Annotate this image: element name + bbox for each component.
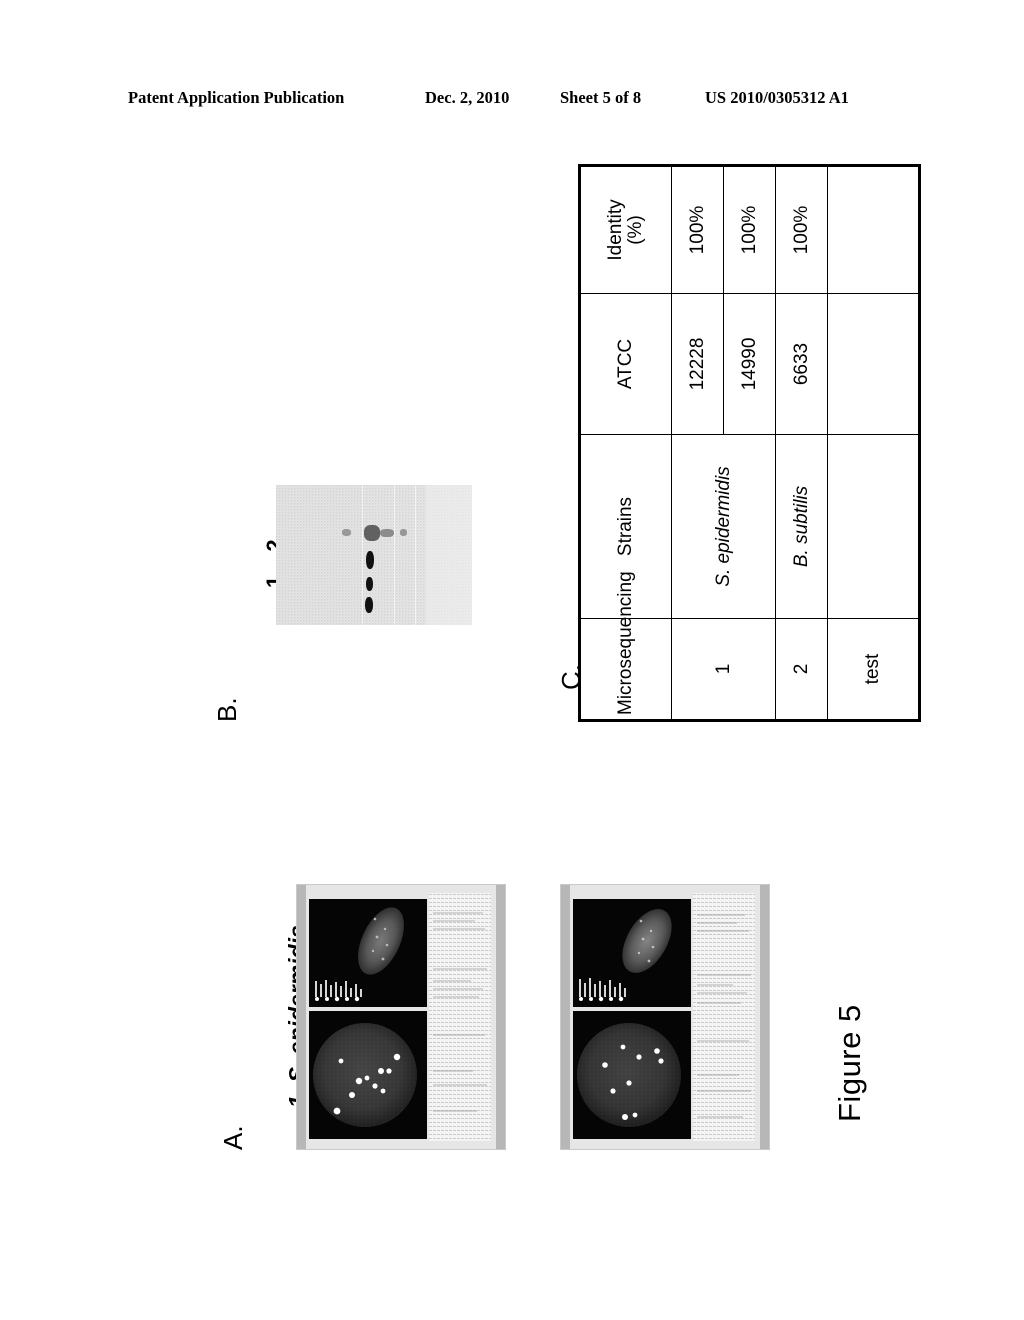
cell-empty — [827, 293, 920, 435]
cell-empty — [827, 165, 920, 294]
header-date: Dec. 2, 2010 — [425, 88, 510, 107]
column-header-identity-unit: (%) — [625, 215, 646, 245]
panel-c-table-container: Microsequencing Strains ATCC Identity (%… — [578, 164, 921, 722]
cell-test-index: 2 — [775, 618, 828, 721]
gel-band-lane1 — [342, 529, 351, 536]
gel-band-lane2 — [366, 577, 373, 591]
header-publication: Patent Application Publication — [128, 88, 345, 107]
cell-strain-name: B. subtilis — [775, 434, 828, 619]
cell-test-index: 1 — [671, 618, 776, 721]
table-row: 1 S. epidermidis 12228 100% — [671, 165, 776, 721]
column-header-atcc: ATCC — [579, 293, 672, 435]
gel-smear — [400, 529, 407, 536]
gel-smear — [380, 529, 394, 537]
cell-identity: 100% — [775, 165, 828, 294]
panel-b-letter: B. — [212, 697, 242, 722]
patent-figure-page: Patent Application Publication Dec. 2, 2… — [0, 0, 1024, 1320]
gel-band-lane2 — [366, 551, 374, 569]
gel-well-lane2 — [364, 525, 380, 541]
header-sheet-number: Sheet 5 of 8 — [560, 88, 642, 107]
cell-atcc: 14990 — [723, 293, 776, 435]
cell-empty — [827, 434, 920, 619]
table-row: 2 B. subtilis 6633 100% — [775, 165, 828, 721]
cell-atcc: 12228 — [671, 293, 724, 435]
panel-a-image-2 — [560, 884, 770, 1150]
column-header-test: test — [827, 618, 920, 721]
gel-background-texture — [276, 485, 472, 625]
microsequencing-table: Microsequencing Strains ATCC Identity (%… — [578, 164, 921, 722]
figure-caption: Figure 5 — [832, 1004, 867, 1122]
column-header-identity: Identity (%) — [579, 165, 672, 294]
cell-strain-name: S. epidermidis — [671, 434, 776, 619]
table-header-row: Microsequencing Strains ATCC Identity (%… — [579, 165, 672, 721]
gel-lane-divider — [362, 485, 363, 625]
table-test-label-row: test — [827, 165, 920, 721]
microarray-composite-2 — [561, 885, 769, 1149]
cell-identity: 100% — [671, 165, 724, 294]
table-title-microsequencing: Microsequencing — [579, 571, 672, 721]
column-header-identity-text: Identity — [605, 199, 627, 261]
panel-a-image-1 — [296, 884, 506, 1150]
header-patent-number: US 2010/0305312 A1 — [705, 88, 849, 107]
gel-lane-divider — [394, 485, 395, 625]
panel-a-letter: A. — [218, 1125, 248, 1150]
gel-band-lane2 — [365, 597, 373, 613]
panel-b-gel-image — [276, 485, 472, 625]
cell-identity: 100% — [723, 165, 776, 294]
cell-atcc: 6633 — [775, 293, 828, 435]
gel-lane-divider — [415, 485, 416, 625]
microarray-composite-1 — [297, 885, 505, 1149]
